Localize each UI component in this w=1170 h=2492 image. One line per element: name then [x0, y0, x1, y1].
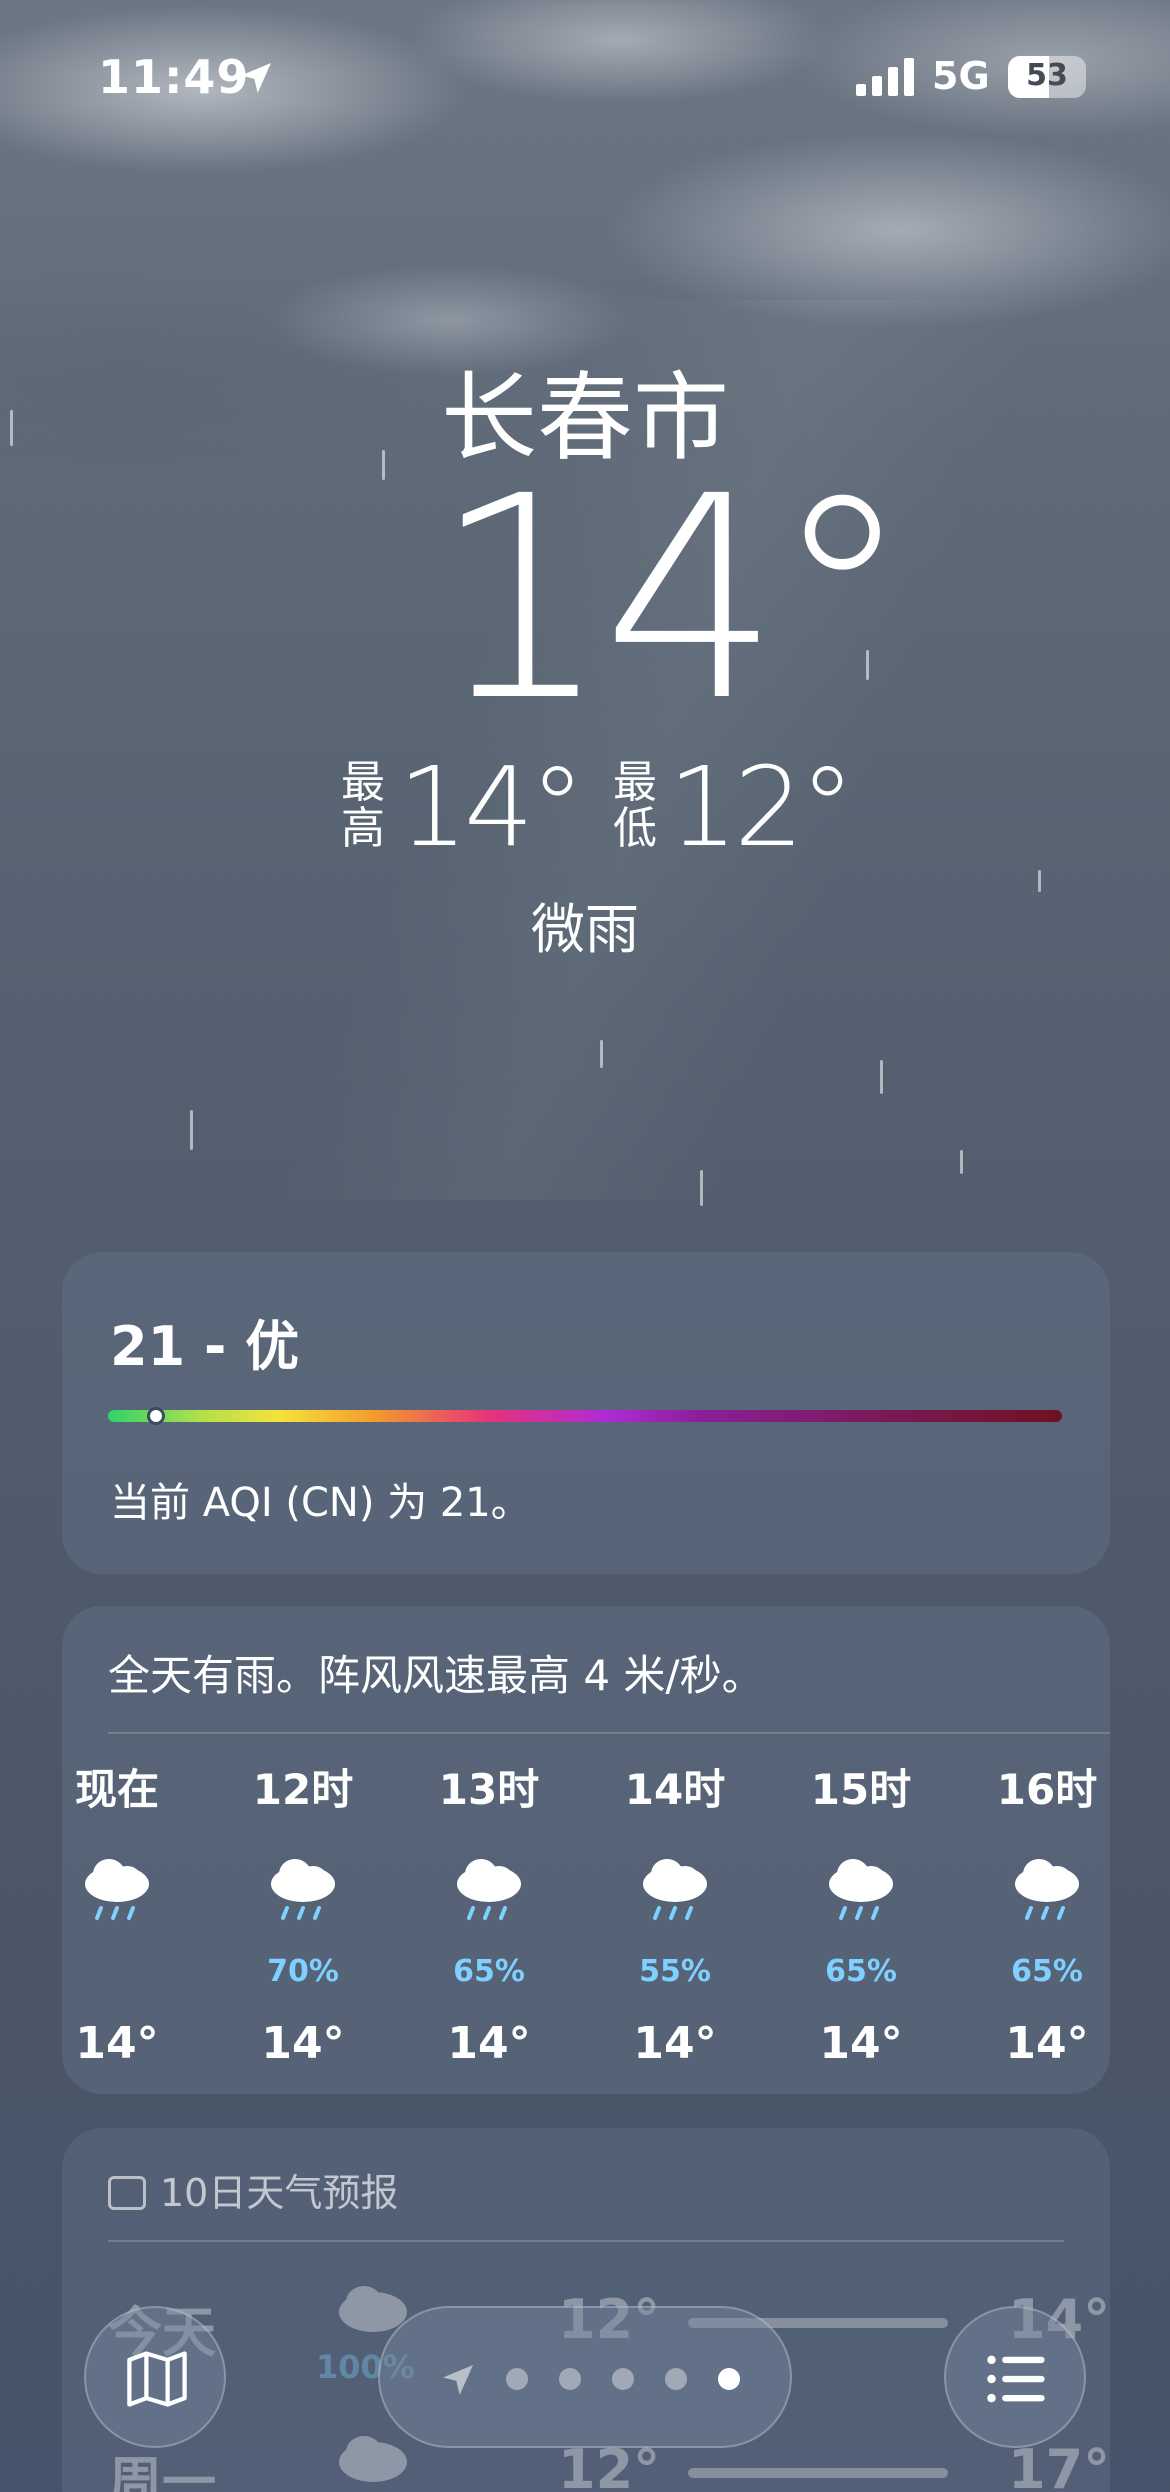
divider	[108, 1732, 1110, 1734]
hour-temp: 14°	[447, 2018, 531, 2069]
map-icon	[127, 2351, 187, 2407]
aqi-scale-bar	[108, 1410, 1062, 1422]
city-list-button[interactable]	[944, 2306, 1086, 2448]
page-dot[interactable]	[612, 2368, 634, 2390]
hour-label: 14时	[624, 1765, 726, 1814]
ten-day-title: 10日天气预报	[160, 2171, 399, 2215]
battery-level: 53	[1026, 58, 1068, 93]
temp-range-bar	[688, 2468, 948, 2478]
rain-cloud-icon	[271, 1859, 335, 1920]
status-time: 11:49	[98, 50, 250, 104]
high-label: 最高	[341, 757, 385, 854]
high-low: 最高 14° 最低 12°	[0, 752, 1170, 862]
current-location-icon	[443, 2365, 473, 2395]
hour-temp: 14°	[261, 2018, 345, 2069]
page-dot[interactable]	[718, 2368, 740, 2390]
hour-label: 13时	[438, 1765, 540, 1814]
hourly-item: 16时 65% 14°	[962, 1756, 1110, 2069]
hour-label: 15时	[810, 1765, 912, 1814]
rain-cloud-icon	[1015, 1859, 1079, 1920]
page-indicator[interactable]	[378, 2306, 792, 2448]
page-dot[interactable]	[665, 2368, 687, 2390]
hour-temp: 14°	[1005, 2018, 1089, 2069]
hourly-item: 14时 55% 14°	[590, 1756, 760, 2069]
rain-cloud-icon	[457, 1859, 521, 1920]
ten-day-header: 10日天气预报	[108, 2162, 398, 2217]
cellular-signal-icon	[856, 58, 914, 96]
map-button[interactable]	[84, 2306, 226, 2448]
hour-label: 现在	[74, 1765, 159, 1814]
rain-cloud-icon	[339, 2436, 407, 2482]
hour-temp: 14°	[75, 2018, 159, 2069]
location-arrow-icon	[241, 63, 271, 93]
page-dot[interactable]	[506, 2368, 528, 2390]
precip-chance	[62, 1954, 202, 1994]
precip-chance: 65%	[1011, 1954, 1083, 1989]
precip-chance: 65%	[825, 1954, 897, 1989]
hourly-forecast-card[interactable]: 全天有雨。阵风风速最高 4 米/秒。 现在 14° 12时 70% 14° 13时 …	[62, 1606, 1110, 2094]
rain-cloud-icon	[829, 1859, 893, 1920]
weather-condition: 微雨	[531, 898, 639, 961]
hourly-item: 13时 65% 14°	[404, 1756, 574, 2069]
low-label: 最低	[613, 757, 657, 854]
rain-cloud-icon	[85, 1859, 149, 1920]
hourly-item: 现在 14°	[62, 1756, 202, 2069]
hour-temp: 14°	[633, 2018, 717, 2069]
hourly-item: 12时 70% 14°	[218, 1756, 388, 2069]
hour-label: 16时	[996, 1765, 1098, 1814]
battery-icon: 53	[1008, 56, 1086, 98]
rain-cloud-icon	[643, 1859, 707, 1920]
calendar-icon	[108, 2176, 146, 2210]
aqi-indicator	[146, 1407, 165, 1425]
high-temp: 14°	[398, 743, 585, 871]
hour-label: 12时	[252, 1765, 354, 1814]
precip-chance: 70%	[267, 1954, 339, 1989]
hourly-item: 15时 65% 14°	[776, 1756, 946, 2069]
precip-chance: 65%	[453, 1954, 525, 1989]
status-bar: 11:49 5G 53	[0, 0, 1170, 150]
low-temp: 12°	[668, 743, 855, 871]
aqi-title: 21 - 优	[110, 1315, 300, 1378]
divider	[108, 2240, 1064, 2242]
list-icon	[987, 2355, 1045, 2403]
current-temperature: 14°	[432, 437, 912, 763]
hourly-summary: 全天有雨。阵风风速最高 4 米/秒。	[108, 1651, 764, 1700]
page-dot[interactable]	[559, 2368, 581, 2390]
precip-chance: 55%	[639, 1954, 711, 1989]
aqi-description: 当前 AQI (CN) 为 21。	[110, 1480, 531, 1526]
network-type: 5G	[932, 54, 990, 98]
hour-temp: 14°	[819, 2018, 903, 2069]
